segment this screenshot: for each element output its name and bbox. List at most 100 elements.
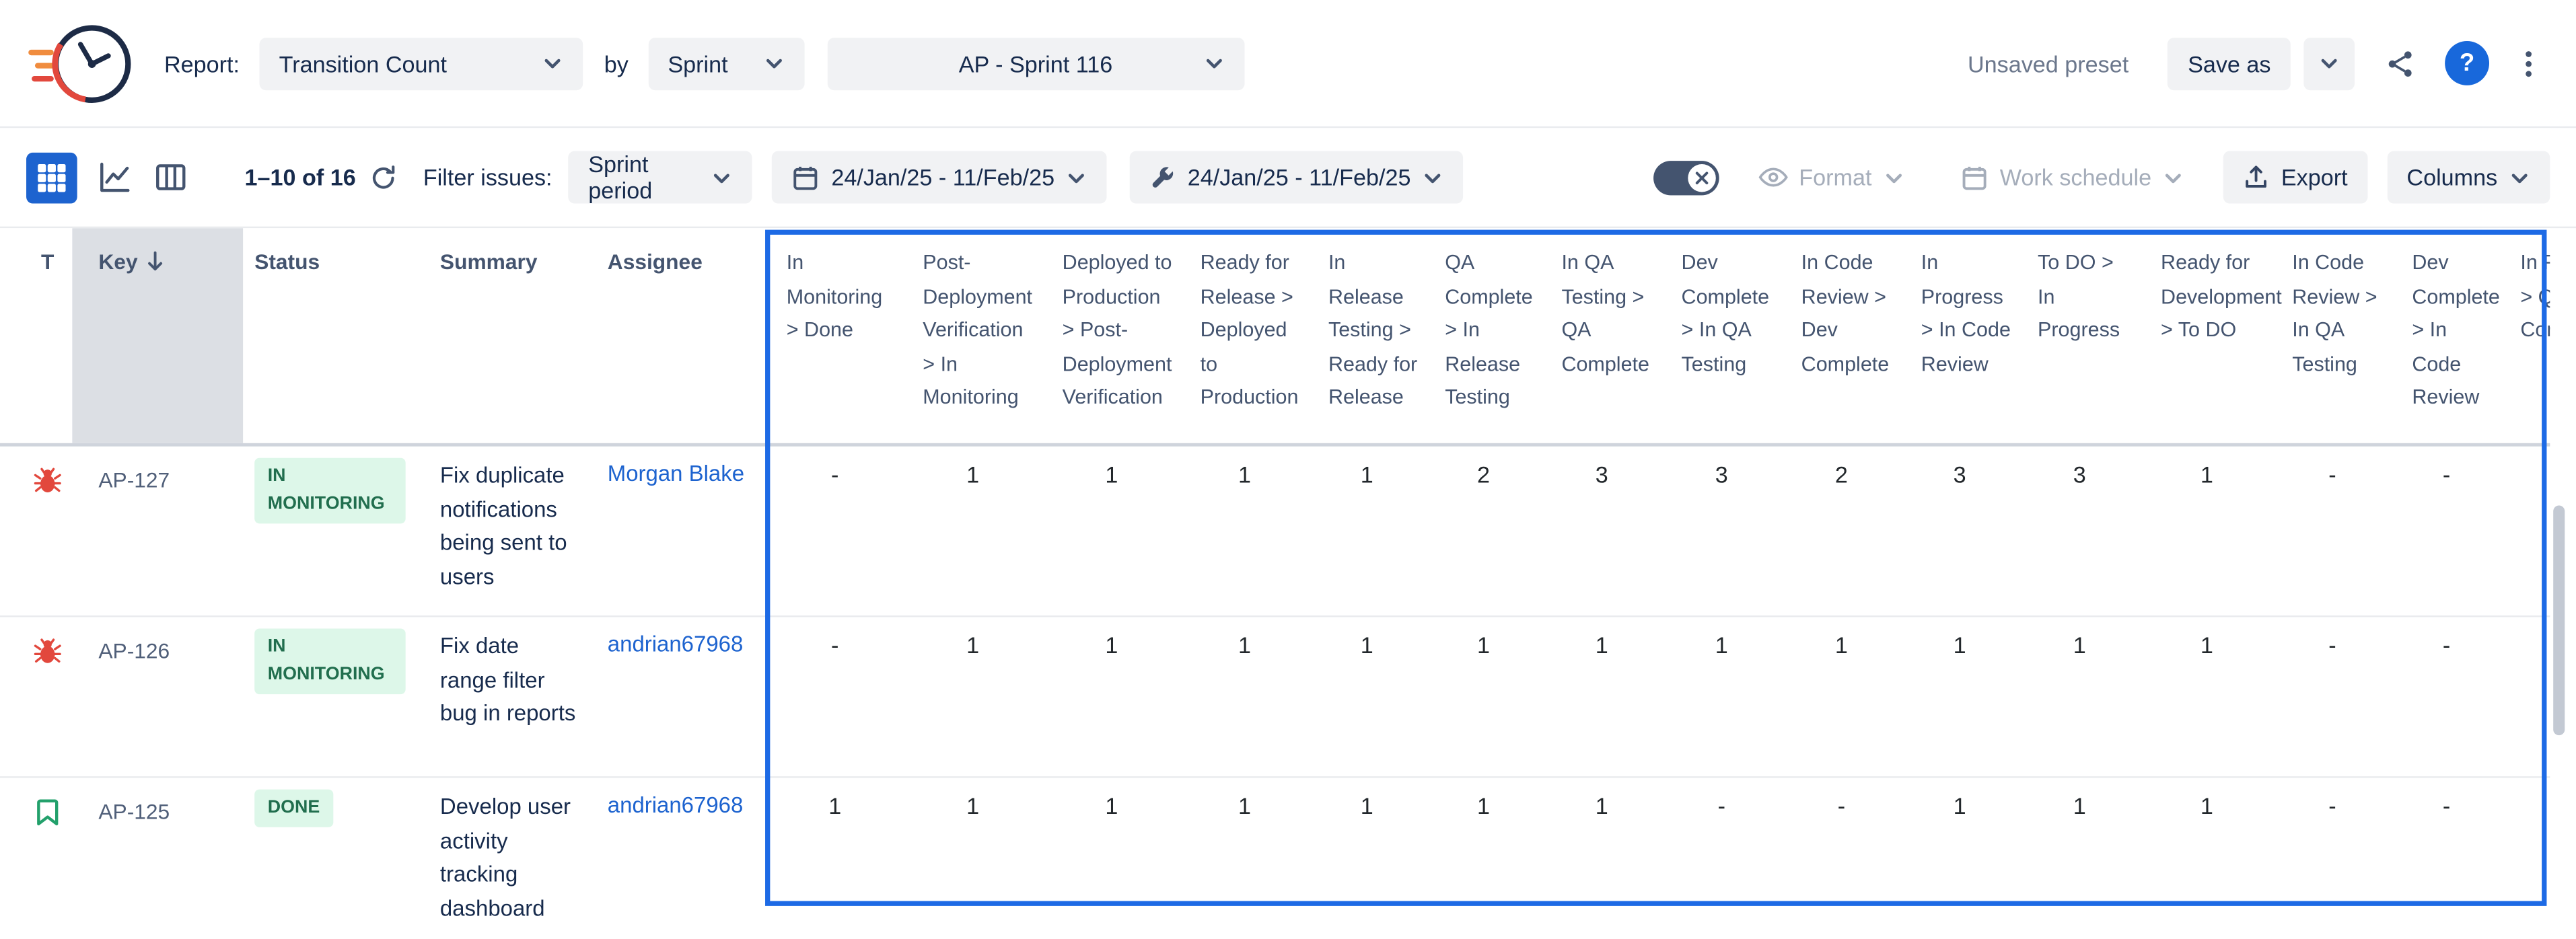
transition-count-cell	[2501, 617, 2550, 776]
transition-count-cell: 1	[1309, 617, 1425, 776]
toggle-switch[interactable]	[1653, 160, 1719, 194]
more-button[interactable]	[2507, 37, 2550, 89]
column-header-status[interactable]: Status	[243, 228, 433, 443]
transition-count-cell: 1	[766, 778, 903, 939]
column-header-type[interactable]: T	[23, 228, 72, 443]
transition-count-cell: 1	[903, 617, 1042, 776]
transition-count-cell: -	[766, 617, 903, 776]
column-header-transition-12[interactable]: Ready for Development > To DO	[2141, 228, 2273, 443]
refresh-button[interactable]	[369, 163, 396, 191]
export-button[interactable]: Export	[2223, 151, 2367, 203]
status-cell: IN MONITORING	[243, 447, 433, 615]
column-header-transition-1[interactable]: In Monitoring > Done	[766, 228, 903, 443]
topbar: Report: Transition Count by Sprint AP - …	[0, 0, 2576, 128]
column-header-transition-3[interactable]: Deployed to Production > Post-Deployment…	[1042, 228, 1180, 443]
transition-count-cell: -	[766, 447, 903, 615]
save-as-button[interactable]: Save as	[2168, 37, 2291, 89]
transition-count-cell: 1	[2141, 447, 2273, 615]
chart-view-button[interactable]	[97, 159, 133, 196]
preset-status: Unsaved preset	[1968, 50, 2128, 76]
transition-count-cell: 1	[1309, 447, 1425, 615]
column-header-summary[interactable]: Summary	[433, 228, 598, 443]
save-as-dropdown-button[interactable]	[2303, 37, 2355, 89]
share-button[interactable]	[2377, 37, 2423, 89]
transition-count-cell: 3	[1661, 447, 1781, 615]
column-header-transition-13[interactable]: In Code Review > In QA Testing	[2273, 228, 2392, 443]
transition-count-cell: -	[2392, 447, 2501, 615]
group-by-value: Sprint	[668, 50, 727, 76]
assignee-link[interactable]: andrian67968	[598, 617, 766, 776]
format-button[interactable]: Format	[1738, 151, 1925, 203]
issue-summary[interactable]: Fix date range filter bug in reports	[433, 617, 598, 776]
transition-count-cell: 1	[1425, 617, 1542, 776]
transition-count-cell: 1	[903, 447, 1042, 615]
transition-count-cell: 1	[1661, 617, 1781, 776]
transition-count-cell: 1	[1042, 617, 1180, 776]
toggle-off-icon	[1687, 163, 1715, 191]
issue-key[interactable]: AP-126	[72, 617, 243, 776]
column-header-transition-7[interactable]: In QA Testing > QA Complete	[1542, 228, 1661, 443]
transition-count-cell: -	[2273, 617, 2392, 776]
report-label: Report:	[164, 50, 240, 76]
issue-summary[interactable]: Develop user activity tracking dashboard	[433, 778, 598, 939]
sprint-select[interactable]: AP - Sprint 116	[827, 37, 1244, 89]
transition-count-cell: 1	[1309, 778, 1425, 939]
assignee-link[interactable]: Morgan Blake	[598, 447, 766, 615]
date-range-button[interactable]: 24/Jan/25 - 11/Feb/25	[773, 151, 1108, 203]
chevron-down-icon	[763, 52, 785, 74]
calendar-range-icon	[792, 163, 820, 191]
work-range-button[interactable]: 24/Jan/25 - 11/Feb/25	[1130, 151, 1463, 203]
column-header-transition-2[interactable]: Post-Deployment Verification > In Monito…	[903, 228, 1042, 443]
help-button[interactable]: ?	[2445, 41, 2489, 85]
table-row: AP-127IN MONITORINGFix duplicate notific…	[0, 447, 2550, 617]
column-header-transition-5[interactable]: In Release Testing > Ready for Release	[1309, 228, 1425, 443]
transition-count-cell: 1	[1042, 778, 1180, 939]
column-header-transition-9[interactable]: In Code Review > Dev Complete	[1781, 228, 1901, 443]
transition-count-cell: 1	[1180, 778, 1308, 939]
column-header-transition-4[interactable]: Ready for Release > Deployed to Producti…	[1180, 228, 1308, 443]
transition-count-cell: 1	[2018, 778, 2141, 939]
report-table: T Key Status Summary Assignee In Monitor…	[0, 228, 2550, 939]
column-header-transition-15[interactable]: In Progress > QA Complete	[2501, 228, 2550, 443]
work-schedule-button[interactable]: Work schedule	[1941, 151, 2204, 203]
chevron-down-icon	[542, 52, 563, 74]
issue-type-cell	[23, 617, 72, 776]
transition-count-cell: 1	[1542, 778, 1661, 939]
assignee-link[interactable]: andrian67968	[598, 778, 766, 939]
issue-type-cell	[23, 778, 72, 939]
vertical-scrollbar-thumb[interactable]	[2553, 506, 2565, 736]
story-icon	[34, 798, 61, 827]
group-by-select[interactable]: Sprint	[648, 37, 804, 89]
transition-count-cell	[2501, 778, 2550, 939]
issue-summary[interactable]: Fix duplicate notifications being sent t…	[433, 447, 598, 615]
line-chart-icon	[97, 159, 133, 196]
board-view-button[interactable]	[153, 159, 189, 196]
report-type-value: Transition Count	[279, 50, 447, 76]
column-header-assignee[interactable]: Assignee	[598, 228, 766, 443]
report-type-select[interactable]: Transition Count	[259, 37, 583, 89]
column-header-key[interactable]: Key	[72, 228, 243, 443]
transition-count-cell: 1	[2018, 617, 2141, 776]
grid-view-button[interactable]	[26, 152, 77, 203]
refresh-icon	[369, 163, 396, 191]
column-header-transition-14[interactable]: Dev Complete > In Code Review	[2392, 228, 2501, 443]
calendar-icon	[1960, 163, 1988, 191]
help-icon: ?	[2460, 49, 2474, 77]
status-cell: IN MONITORING	[243, 617, 433, 776]
issue-key[interactable]: AP-125	[72, 778, 243, 939]
column-header-transition-10[interactable]: In Progress > In Code Review	[1902, 228, 2018, 443]
period-select[interactable]: Sprint period	[569, 151, 752, 203]
transition-count-cell: 2	[1425, 447, 1542, 615]
transition-count-cell: 1	[2141, 778, 2273, 939]
column-header-transition-8[interactable]: Dev Complete > In QA Testing	[1661, 228, 1781, 443]
column-header-transition-6[interactable]: QA Complete > In Release Testing	[1425, 228, 1542, 443]
transition-count-cell: 1	[1902, 617, 2018, 776]
columns-button[interactable]: Columns	[2387, 151, 2550, 203]
column-header-transition-11[interactable]: To DO > In Progress	[2018, 228, 2141, 443]
table-row: AP-125DONEDevelop user activity tracking…	[0, 778, 2550, 939]
issue-key[interactable]: AP-127	[72, 447, 243, 615]
transition-count-cell: -	[2273, 447, 2392, 615]
chevron-down-icon	[1423, 167, 1444, 188]
table-row: AP-126IN MONITORINGFix date range filter…	[0, 617, 2550, 778]
bug-icon	[33, 637, 63, 667]
